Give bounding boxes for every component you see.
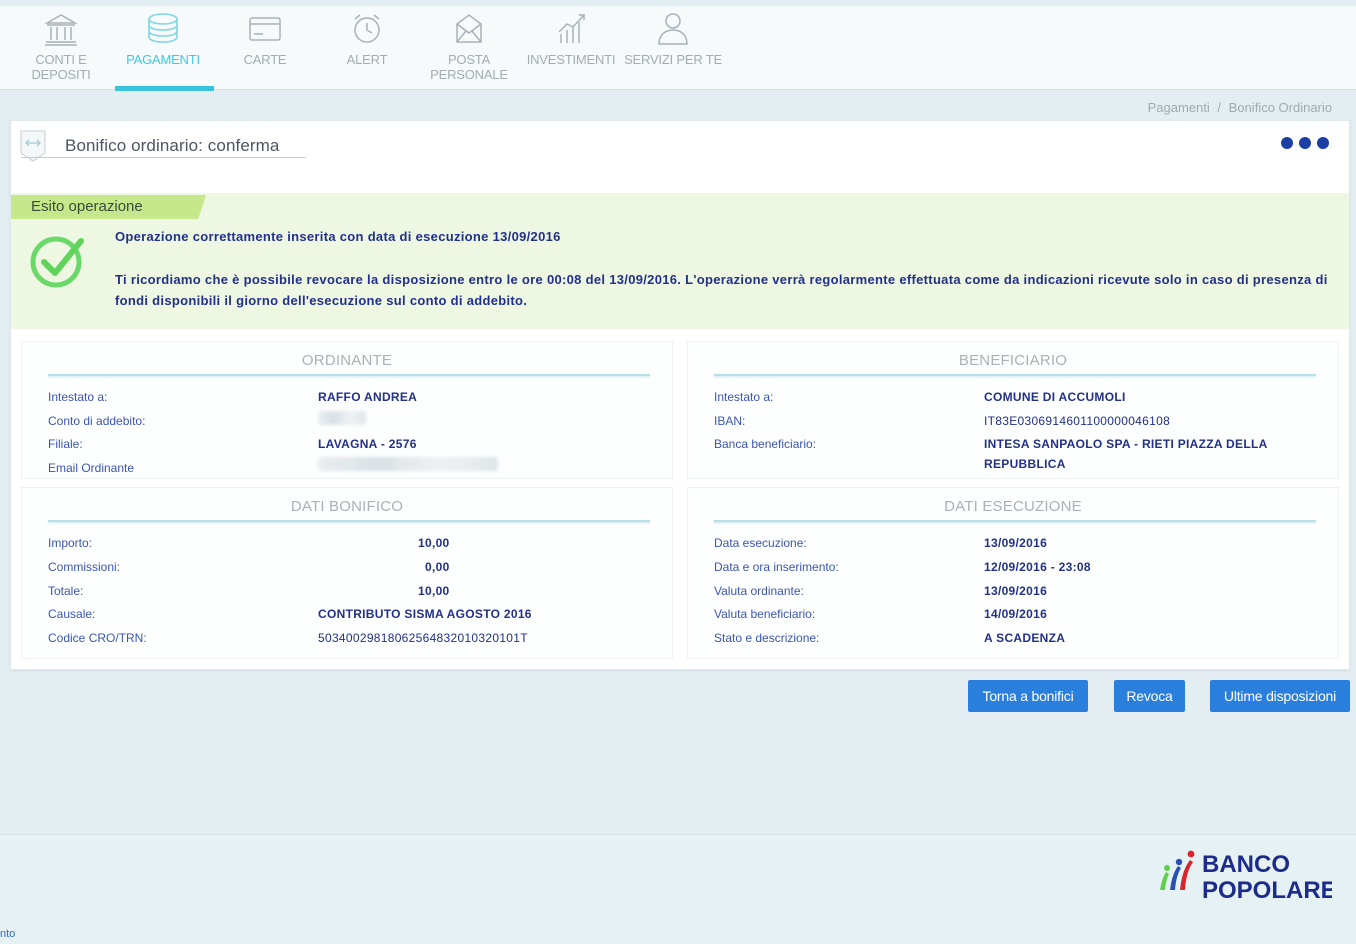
detail-value: 0,00 xyxy=(425,560,450,574)
title-underline xyxy=(21,157,306,158)
detail-label: Intestato a: xyxy=(48,390,108,404)
step-dot xyxy=(1299,137,1311,149)
ordinante-box: ORDINANTE Intestato a: RAFFO ANDREA Cont… xyxy=(21,341,673,479)
dati-esecuzione-box: DATI ESECUZIONE Data esecuzione: 13/09/2… xyxy=(687,487,1339,659)
step-indicator xyxy=(1281,137,1329,149)
nav-item-servizi-per-te[interactable]: SERVIZI PER TE xyxy=(622,6,724,88)
detail-value: IT83E0306914601100000046108 xyxy=(984,414,1171,428)
logo-text-line1: BANCO xyxy=(1202,851,1290,878)
page-title: Bonifico ordinario: conferma xyxy=(65,136,280,155)
detail-value: LAVAGNA - 2576 xyxy=(318,437,417,451)
detail-label: Intestato a: xyxy=(714,390,774,404)
detail-value: INTESA SANPAOLO SPA - RIETI PIAZZA DELLA… xyxy=(984,437,1268,471)
torna-a-bonifici-button[interactable]: Torna a bonifici xyxy=(968,680,1088,712)
footer-link[interactable]: nto xyxy=(0,928,15,940)
banco-popolare-logo: BANCO POPOLARE xyxy=(1160,850,1332,904)
detail-label: Data esecuzione: xyxy=(714,536,807,550)
detail-value: 12/09/2016 - 23:08 xyxy=(984,560,1091,574)
detail-value: 13/09/2016 xyxy=(984,536,1048,550)
detail-label: Filiale: xyxy=(48,437,83,451)
check-circle-icon xyxy=(30,236,84,288)
step-dot xyxy=(1281,137,1293,149)
mail-icon xyxy=(456,14,482,43)
detail-label: Stato e descrizione: xyxy=(714,631,820,645)
box-divider xyxy=(714,374,1316,376)
breadcrumb: Pagamenti / Bonifico Ordinario xyxy=(1146,100,1334,115)
nav-label: ALERT xyxy=(346,52,388,67)
detail-value: 50340029818062564832010320101T xyxy=(318,631,528,645)
detail-label: Causale: xyxy=(48,607,96,621)
coins-icon xyxy=(148,13,178,43)
ultime-disposizioni-button[interactable]: Ultime disposizioni xyxy=(1210,680,1350,712)
box-title: BENEFICIARIO xyxy=(958,352,1068,369)
box-divider xyxy=(48,520,650,522)
esito-section: Esito operazione Operazione correttament… xyxy=(11,193,1349,329)
nav-item-investimenti[interactable]: INVESTIMENTI xyxy=(520,6,622,88)
detail-value: 14/09/2016 xyxy=(984,607,1048,621)
box-title: DATI ESECUZIONE xyxy=(944,498,1082,515)
detail-value: COMUNE DI ACCUMOLI xyxy=(984,390,1126,404)
nav-item-pagamenti[interactable]: PAGAMENTI xyxy=(112,6,214,91)
nav-label: POSTA PERSONALE xyxy=(430,52,508,82)
detail-label: Banca beneficiario: xyxy=(714,437,817,451)
confirmation-panel: Bonifico ordinario: conferma Esito opera… xyxy=(10,120,1350,670)
breadcrumb-parent[interactable]: Pagamenti xyxy=(1148,100,1210,115)
nav-label: SERVIZI PER TE xyxy=(624,52,722,67)
nav-label: INVESTIMENTI xyxy=(526,52,616,67)
box-divider xyxy=(48,374,650,376)
detail-label: Data e ora inserimento: xyxy=(714,560,839,574)
person-icon xyxy=(658,13,688,45)
detail-label: Valuta ordinante: xyxy=(714,584,804,598)
detail-value: RAFFO ANDREA xyxy=(318,390,418,404)
nav-label: CONTI E DEPOSITI xyxy=(31,52,91,82)
card-icon xyxy=(249,17,281,41)
box-title: ORDINANTE xyxy=(301,352,393,369)
nav-label: CARTE xyxy=(243,52,287,67)
top-navigation-bar: CONTI E DEPOSITI PAGAMENTI CARTE ALERT P… xyxy=(0,0,1356,91)
detail-label: Totale: xyxy=(48,584,84,598)
nav-item-conti-e-depositi[interactable]: CONTI E DEPOSITI xyxy=(10,6,112,88)
dati-bonifico-box: DATI BONIFICO Importo: 10,00 Commissioni… xyxy=(21,487,673,659)
detail-value: 10,00 xyxy=(418,536,450,550)
main-nav: CONTI E DEPOSITI PAGAMENTI CARTE ALERT P… xyxy=(10,6,724,91)
chart-icon xyxy=(558,14,585,43)
redacted-value xyxy=(318,457,498,477)
box-title: DATI BONIFICO xyxy=(290,498,404,515)
detail-value: CONTRIBUTO SISMA AGOSTO 2016 xyxy=(318,607,532,621)
nav-label: PAGAMENTI xyxy=(126,52,200,67)
esito-note: Ti ricordiamo che è possibile revocare l… xyxy=(115,272,1328,308)
detail-value: 10,00 xyxy=(418,584,450,598)
logo-text-line2: POPOLARE xyxy=(1202,877,1332,904)
step-dot xyxy=(1317,137,1329,149)
breadcrumb-separator: / xyxy=(1217,100,1222,115)
detail-label: Codice CRO/TRN: xyxy=(48,631,147,645)
revoca-button[interactable]: Revoca xyxy=(1114,680,1185,712)
detail-label: Commissioni: xyxy=(48,560,121,574)
detail-label: Valuta beneficiario: xyxy=(714,607,816,621)
nav-item-alert[interactable]: ALERT xyxy=(316,6,418,88)
detail-value: 13/09/2016 xyxy=(984,584,1048,598)
breadcrumb-current: Bonifico Ordinario xyxy=(1228,100,1332,115)
bank-icon xyxy=(44,14,78,46)
detail-label: Conto di addebito: xyxy=(48,414,146,428)
esito-message: Operazione correttamente inserita con da… xyxy=(115,229,561,244)
detail-label: Importo: xyxy=(48,536,93,550)
beneficiario-box: BENEFICIARIO Intestato a: COMUNE DI ACCU… xyxy=(687,341,1339,479)
nav-item-posta-personale[interactable]: POSTA PERSONALE xyxy=(418,6,520,88)
alarm-clock-icon xyxy=(354,14,380,43)
detail-value: A SCADENZA xyxy=(984,631,1066,645)
esito-tab-label: Esito operazione xyxy=(11,195,206,219)
nav-item-carte[interactable]: CARTE xyxy=(214,6,316,88)
redacted-value xyxy=(318,411,366,431)
box-divider xyxy=(714,520,1316,522)
detail-label: IBAN: xyxy=(714,414,746,428)
detail-label: Email Ordinante xyxy=(48,461,135,475)
